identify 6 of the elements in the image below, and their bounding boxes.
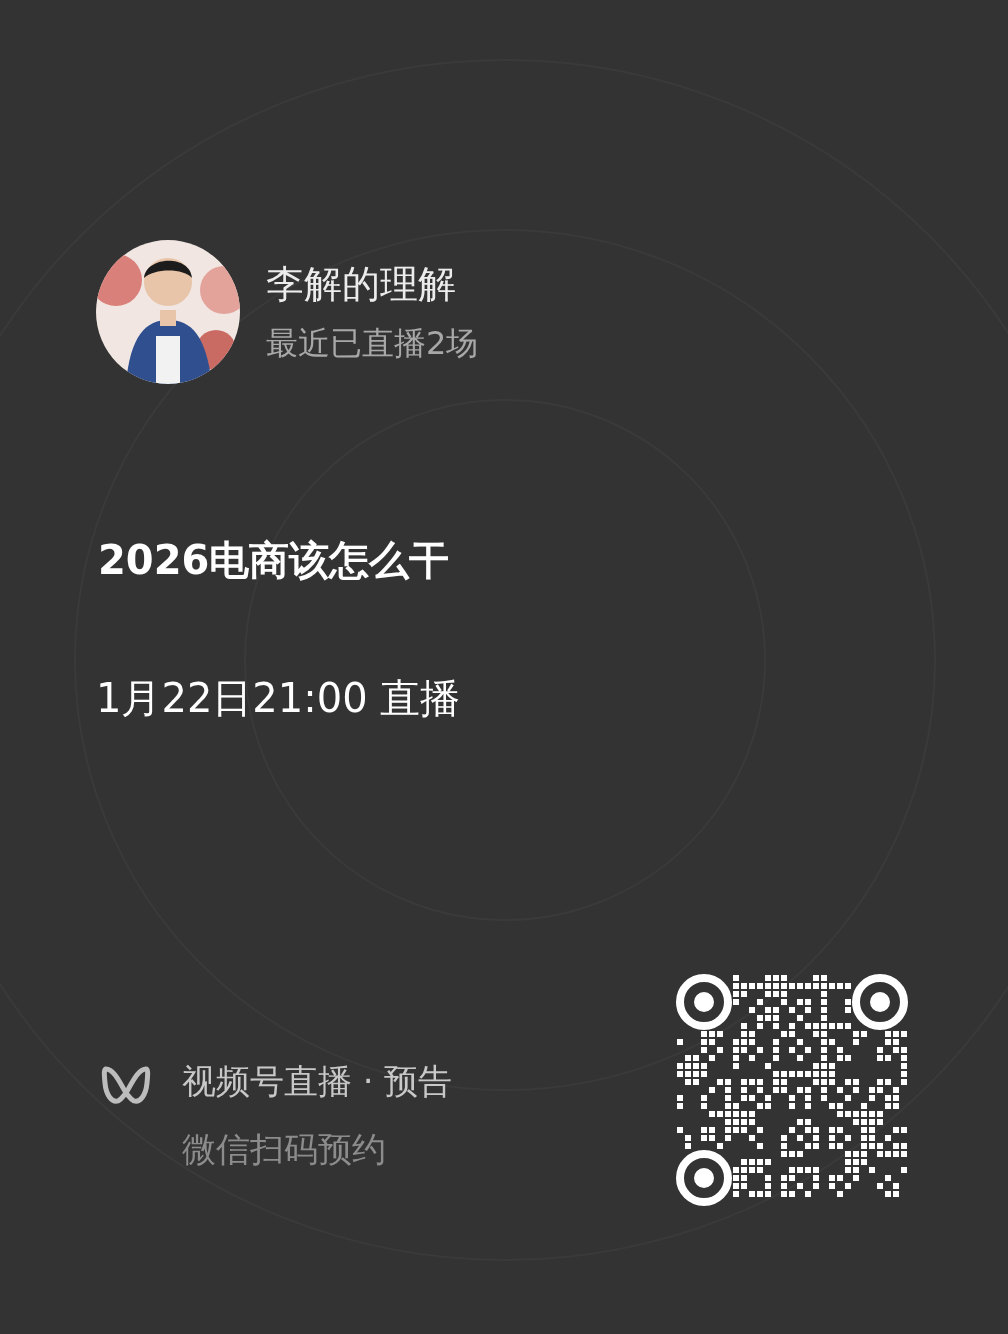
live-title: 2026电商该怎么干 <box>98 536 451 585</box>
host-name: 李解的理解 <box>266 261 457 308</box>
live-count: 最近已直播2场 <box>266 323 479 364</box>
channels-live-label: 视频号直播 · 预告 <box>182 1060 453 1103</box>
scan-hint: 微信扫码预约 <box>182 1128 387 1171</box>
live-time: 1月22日21:00 直播 <box>96 674 462 723</box>
